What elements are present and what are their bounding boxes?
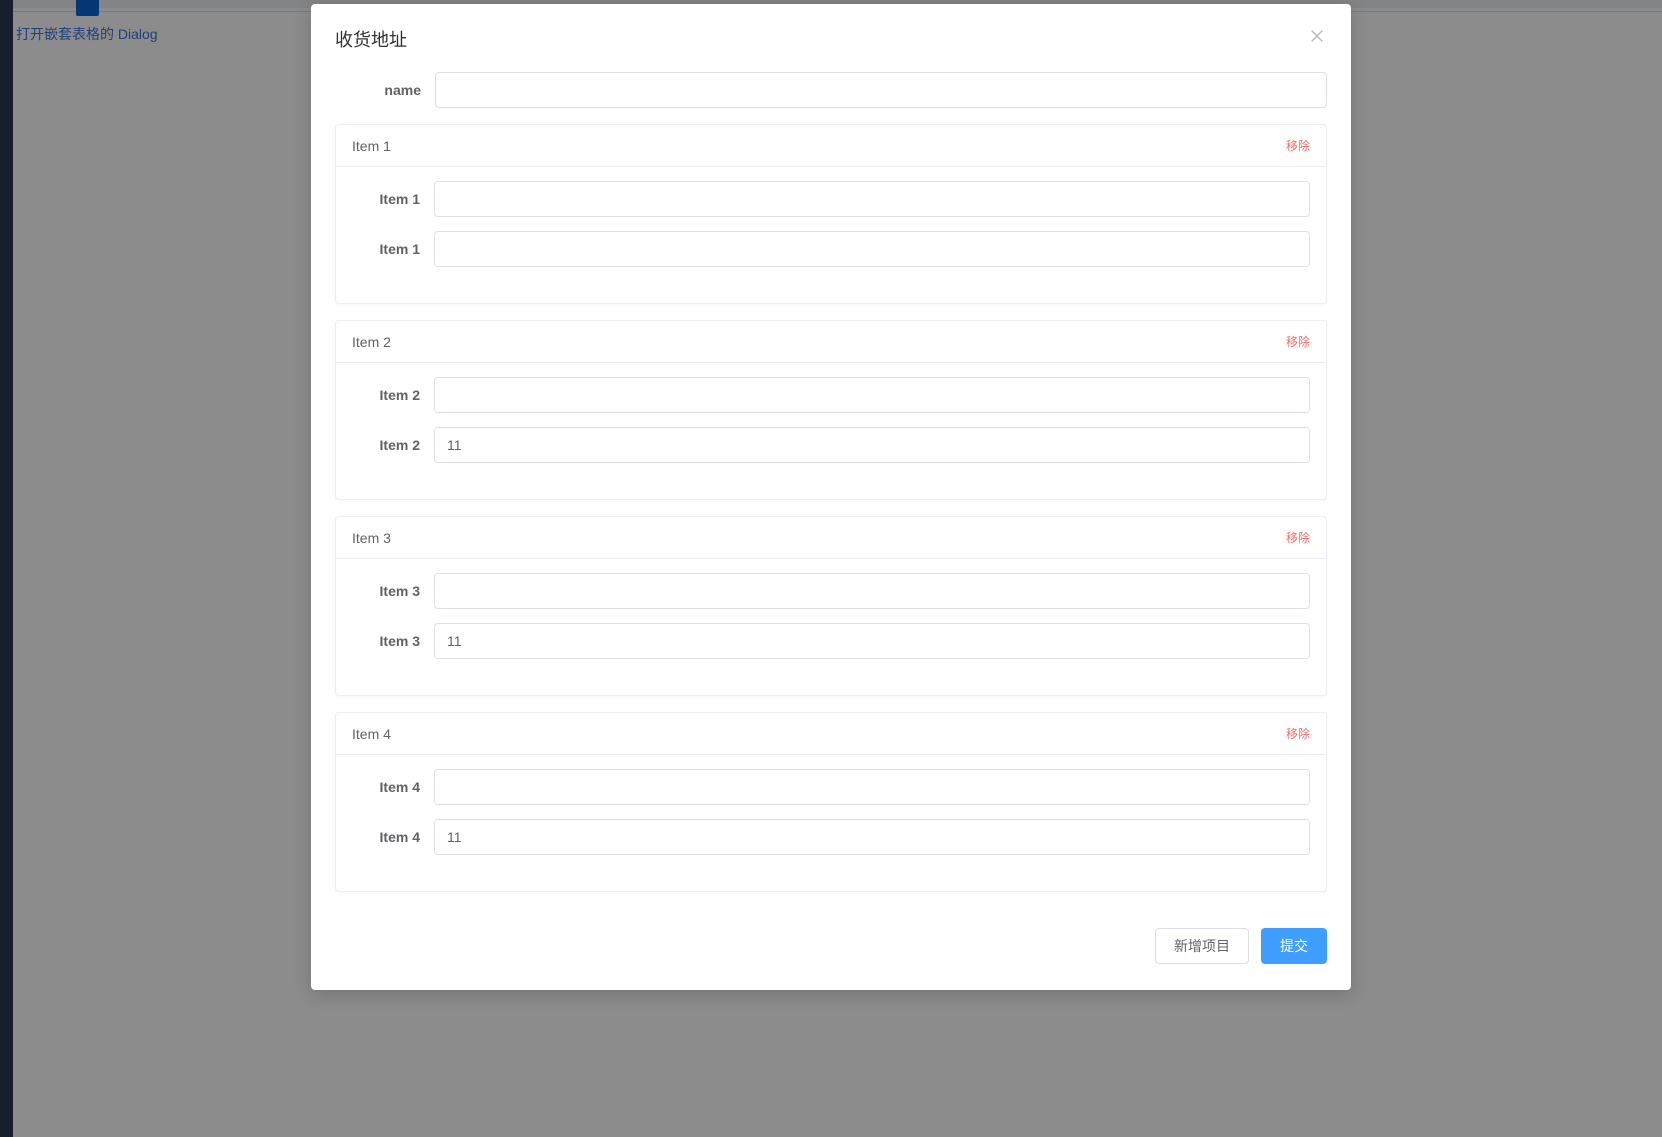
card-body: Item 1 Item 1: [336, 167, 1326, 303]
item-card: Item 1 移除 Item 1 Item 1: [335, 124, 1327, 304]
item-input[interactable]: [434, 769, 1310, 805]
name-input[interactable]: [435, 72, 1327, 108]
dialog-header: 收货地址: [311, 4, 1351, 62]
item-row: Item 4: [352, 769, 1310, 805]
dialog-footer: 新增项目 提交: [311, 912, 1351, 990]
card-body: Item 3 Item 3: [336, 559, 1326, 695]
name-row: name: [335, 72, 1327, 108]
modal-overlay[interactable]: 收货地址 name Item 1移除Item 1Item 1Item 2移除It…: [0, 0, 1662, 1137]
add-item-button[interactable]: 新增项目: [1155, 928, 1249, 964]
item-row-label: Item 4: [352, 829, 434, 845]
remove-button[interactable]: 移除: [1286, 333, 1310, 350]
card-title: Item 1: [352, 138, 391, 154]
item-input[interactable]: [434, 819, 1310, 855]
item-input[interactable]: [434, 181, 1310, 217]
item-row-label: Item 2: [352, 387, 434, 403]
dialog-body: name Item 1移除Item 1Item 1Item 2移除Item 2I…: [311, 62, 1351, 912]
card-header: Item 2 移除: [336, 321, 1326, 363]
cards-container: Item 1移除Item 1Item 1Item 2移除Item 2Item 2…: [335, 124, 1327, 892]
item-row-label: Item 2: [352, 437, 434, 453]
dialog-title: 收货地址: [335, 30, 407, 50]
item-input[interactable]: [434, 623, 1310, 659]
name-label: name: [335, 82, 435, 98]
item-row-label: Item 3: [352, 583, 434, 599]
remove-button[interactable]: 移除: [1286, 725, 1310, 742]
remove-button[interactable]: 移除: [1286, 137, 1310, 154]
item-row: Item 3: [352, 623, 1310, 659]
item-input[interactable]: [434, 427, 1310, 463]
card-header: Item 1 移除: [336, 125, 1326, 167]
item-row-label: Item 4: [352, 779, 434, 795]
item-row: Item 3: [352, 573, 1310, 609]
item-row-label: Item 3: [352, 633, 434, 649]
card-header: Item 4 移除: [336, 713, 1326, 755]
item-input[interactable]: [434, 377, 1310, 413]
item-input[interactable]: [434, 231, 1310, 267]
item-row-label: Item 1: [352, 241, 434, 257]
item-row-label: Item 1: [352, 191, 434, 207]
card-title: Item 3: [352, 530, 391, 546]
card-body: Item 2 Item 2: [336, 363, 1326, 499]
remove-button[interactable]: 移除: [1286, 529, 1310, 546]
item-card: Item 3 移除 Item 3 Item 3: [335, 516, 1327, 696]
card-title: Item 4: [352, 726, 391, 742]
card-title: Item 2: [352, 334, 391, 350]
item-row: Item 1: [352, 231, 1310, 267]
item-input[interactable]: [434, 573, 1310, 609]
close-icon[interactable]: [1307, 26, 1327, 46]
item-row: Item 2: [352, 427, 1310, 463]
item-row: Item 1: [352, 181, 1310, 217]
item-card: Item 4 移除 Item 4 Item 4: [335, 712, 1327, 892]
watermark: CSDN @惜晨宝贝: [1530, 1108, 1652, 1129]
address-dialog: 收货地址 name Item 1移除Item 1Item 1Item 2移除It…: [311, 4, 1351, 990]
card-body: Item 4 Item 4: [336, 755, 1326, 891]
submit-button[interactable]: 提交: [1261, 928, 1327, 964]
card-header: Item 3 移除: [336, 517, 1326, 559]
item-row: Item 4: [352, 819, 1310, 855]
item-card: Item 2 移除 Item 2 Item 2: [335, 320, 1327, 500]
item-row: Item 2: [352, 377, 1310, 413]
